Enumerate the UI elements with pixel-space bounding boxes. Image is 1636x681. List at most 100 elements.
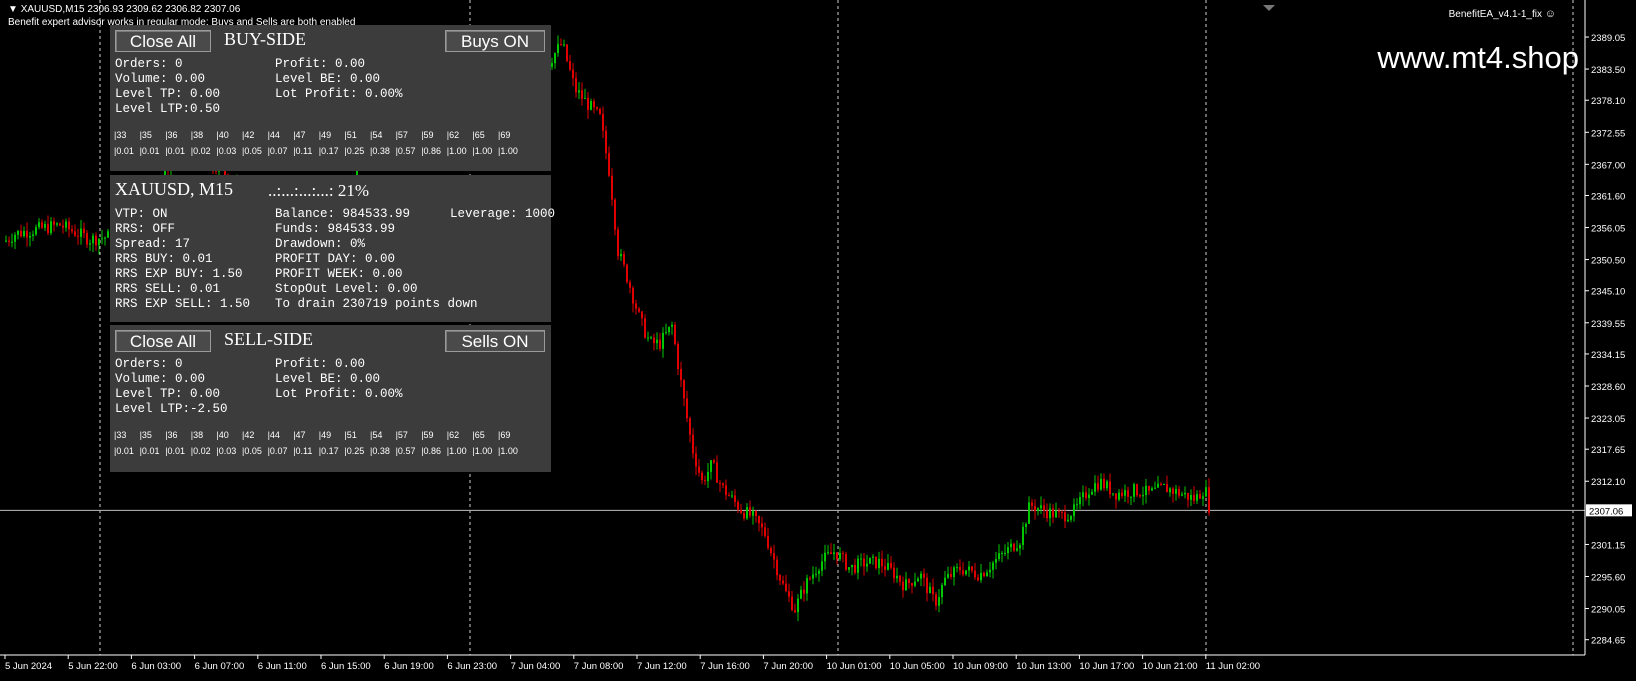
candle-body-374: [1127, 490, 1129, 497]
candle-body-368: [1109, 481, 1111, 495]
candle-body-362: [1091, 491, 1093, 495]
sell-level-12: |59: [421, 430, 434, 440]
shift-marker-icon: [1263, 5, 1275, 11]
price-tick-label-6: 2356.05: [1591, 224, 1625, 235]
candle-body-371: [1118, 492, 1120, 500]
info-col-1: VTP: ON RRS: OFF Spread: 17 RRS BUY: 0.0…: [115, 207, 251, 311]
sell-level-3: |38: [190, 430, 204, 440]
candle-body-334: [1007, 547, 1009, 553]
candle-body-229: [692, 434, 694, 454]
price-axis: 2307.06 2389.05 2383.50 2378.10 2372.55 2367.…: [1584, 0, 1632, 655]
candle-body-249: [752, 511, 754, 516]
candle-body-283: [854, 564, 856, 573]
candle-body-21: [68, 221, 70, 230]
sell-level-7: |47: [293, 430, 306, 440]
sells-on-toggle[interactable]: Sells ON: [445, 330, 545, 352]
candle-body-333: [1004, 552, 1006, 554]
candle-body-24: [77, 235, 79, 237]
sell-lot-0: |0.01: [114, 446, 134, 456]
price-tick-label-17: 2290.05: [1591, 605, 1625, 616]
candle-body-342: [1031, 502, 1033, 506]
candle-body-14: [47, 224, 49, 234]
candle-body-235: [710, 460, 712, 472]
time-tick-label-11: 7 Jun 16:00: [700, 661, 750, 672]
candle-body-379: [1142, 495, 1144, 497]
watermark: www.mt4.shop: [1377, 40, 1579, 75]
candle-body-289: [872, 556, 874, 558]
candle-body-188: [569, 61, 571, 70]
candle-body-285: [860, 558, 862, 560]
ea-name: BenefitEA_v4.1-1_fix ☺: [1448, 8, 1556, 20]
price-tick-label-1: 2383.50: [1591, 65, 1625, 76]
dropdown-triangle-icon[interactable]: ▼: [8, 4, 18, 15]
candle-body-395: [1190, 495, 1192, 500]
candle-body-9: [32, 234, 34, 236]
candle-body-257: [776, 559, 778, 576]
candle-body-357: [1076, 504, 1078, 506]
buy-level-12: |59: [421, 130, 434, 140]
candle-body-308: [929, 586, 931, 594]
candle-body-234: [707, 471, 709, 482]
candle-body-236: [713, 460, 715, 463]
candle-body-397: [1196, 494, 1198, 501]
candle-body-193: [584, 97, 586, 99]
candle-body-291: [878, 558, 880, 569]
price-tick-label-5: 2361.60: [1591, 191, 1625, 202]
candle-body-282: [851, 564, 853, 568]
candle-body-316: [953, 567, 955, 577]
sell-side-panel: Close All SELL-SIDE Sells ON Orders: 0 V…: [110, 325, 551, 472]
candle-body-399: [1202, 496, 1204, 499]
candle-body-327: [986, 572, 988, 577]
candle-body-365: [1100, 478, 1102, 490]
candle-body-359: [1082, 492, 1084, 498]
candle-body-277: [836, 552, 838, 560]
sell-level-13: |62: [446, 430, 460, 440]
candle-body-267: [806, 578, 808, 594]
candle-body-212: [641, 311, 643, 319]
buy-lot-2: |0.01: [165, 146, 186, 156]
buy-level-8: |49: [318, 130, 332, 140]
buy-lot-14: |1.00: [472, 146, 493, 156]
candle-body-183: [554, 53, 556, 64]
sell-close-all-button[interactable]: Close All: [115, 330, 211, 352]
candle-body-372: [1121, 492, 1123, 496]
candle-body-16: [53, 221, 55, 225]
candle-body-380: [1145, 485, 1147, 496]
buy-level-15: |69: [498, 130, 511, 140]
candle-body-279: [842, 553, 844, 555]
candle-body-301: [908, 579, 910, 584]
time-tick-label-1: 5 Jun 22:00: [68, 661, 118, 672]
candle-body-210: [635, 303, 637, 309]
sell-lot-13: |1.00: [446, 446, 467, 456]
price-tick-label-7: 2350.50: [1591, 256, 1625, 267]
buy-lot-3: |0.02: [190, 146, 211, 156]
buy-level-5: |42: [242, 130, 255, 140]
time-tick-label-6: 6 Jun 19:00: [384, 661, 434, 672]
sell-level-8: |49: [318, 430, 332, 440]
candle-body-350: [1055, 511, 1057, 518]
candle-body-398: [1199, 494, 1201, 499]
buy-lot-10: |0.38: [370, 146, 390, 156]
candle-body-367: [1106, 481, 1108, 489]
buy-level-10: |54: [370, 130, 383, 140]
info-col-2: Balance: 984533.99 Funds: 984533.99 Draw…: [275, 207, 478, 311]
time-tick-label-10: 7 Jun 12:00: [637, 661, 687, 672]
candle-body-268: [809, 578, 811, 580]
buy-level-9: |51: [344, 130, 357, 140]
buys-on-toggle[interactable]: Buys ON: [445, 30, 545, 52]
buy-close-all-button[interactable]: Close All: [115, 30, 211, 52]
candle-body-220: [665, 332, 667, 334]
candle-body-221: [668, 326, 670, 333]
candle-body-295: [890, 562, 892, 568]
candle-body-32: [101, 238, 103, 240]
buy-lot-9: |0.25: [344, 146, 365, 156]
sell-lot-6: |0.07: [267, 446, 288, 456]
candle-body-15: [50, 221, 52, 234]
candle-body-284: [857, 558, 859, 573]
candle-body-198: [599, 108, 601, 114]
current-price-label: 2307.06: [1589, 506, 1623, 517]
candle-body-207: [626, 264, 628, 283]
candle-body-202: [611, 175, 613, 200]
candle-body-290: [875, 556, 877, 569]
candle-body-385: [1160, 483, 1162, 485]
